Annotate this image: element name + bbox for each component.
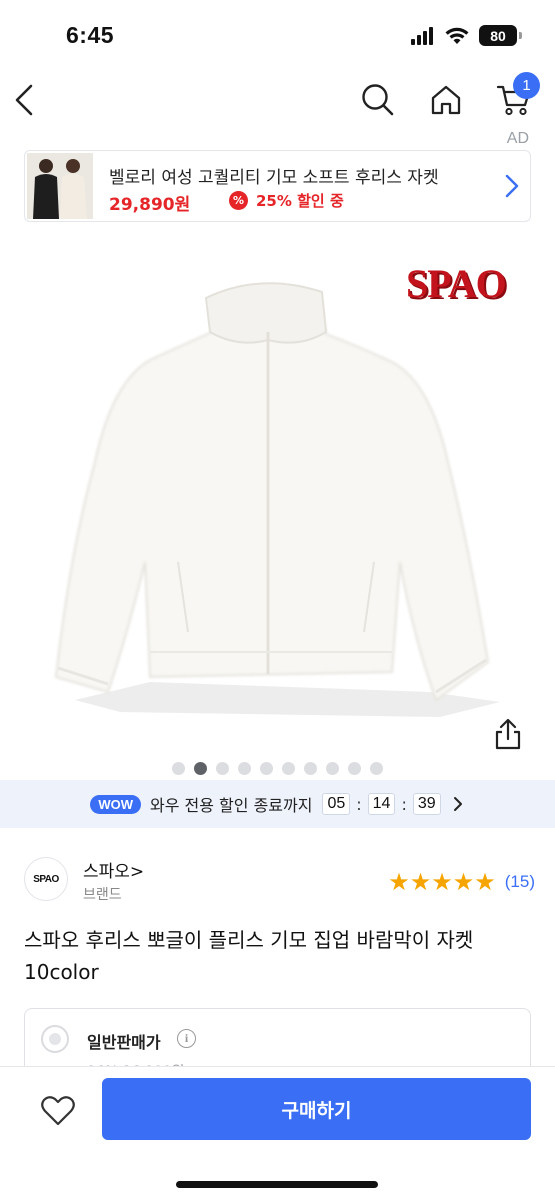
back-chevron-icon — [15, 84, 33, 116]
chevron-right-icon — [504, 173, 520, 203]
status-icons: 80 — [411, 25, 522, 46]
heart-icon — [41, 1096, 75, 1126]
fleece-jacket-image — [54, 282, 500, 717]
star-icon: ★ — [409, 868, 432, 896]
star-rating: ★ ★ ★ ★ ★ — [388, 870, 496, 894]
wishlist-button[interactable] — [36, 1089, 80, 1133]
ad-title: 벨로리 여성 고퀄리티 기모 소프트 후리스 자켓 — [109, 168, 439, 188]
discount-icon: % — [229, 191, 248, 210]
spao-logo: SPAO — [406, 261, 507, 306]
battery-icon: 80 — [479, 25, 522, 46]
wow-discount-banner[interactable]: WOW 와우 전용 할인 종료까지 05 : 14 : 39 — [0, 780, 555, 828]
ad-price: 29,890원 — [109, 195, 191, 215]
ad-models-image — [27, 153, 93, 219]
rating[interactable]: ★ ★ ★ ★ ★ (15) — [388, 870, 535, 894]
pager-dot[interactable] — [282, 762, 295, 775]
search-button[interactable] — [356, 78, 400, 122]
pager-dot[interactable] — [260, 762, 273, 775]
pager-dot[interactable] — [194, 762, 207, 775]
star-icon: ★ — [474, 868, 496, 896]
review-count[interactable]: (15) — [505, 872, 535, 892]
seller-logo[interactable]: SPAO — [24, 857, 68, 901]
ad-label: AD — [506, 130, 529, 147]
pager-dot[interactable] — [216, 762, 229, 775]
wow-badge: WOW — [90, 794, 141, 814]
bottom-action-bar: 구매하기 — [0, 1066, 555, 1200]
seller-name-link[interactable]: 스파오> — [83, 857, 144, 882]
product-image[interactable]: SPAO — [0, 232, 555, 752]
chevron-right-icon — [453, 797, 462, 811]
pager-dot[interactable] — [348, 762, 361, 775]
pager-dot[interactable] — [238, 762, 251, 775]
seller-type: 브랜드 — [83, 887, 122, 903]
ad-thumbnail — [27, 153, 93, 219]
wifi-icon — [445, 27, 469, 44]
timer-minutes: 14 — [367, 793, 396, 815]
home-icon — [431, 85, 461, 115]
wow-text: 와우 전용 할인 종료까지 — [150, 796, 313, 815]
home-indicator — [176, 1181, 378, 1188]
timer-separator: : — [401, 794, 407, 814]
share-button[interactable] — [490, 716, 526, 756]
buy-button[interactable]: 구매하기 — [102, 1078, 531, 1140]
ad-discount: 25% 할인 중 — [256, 192, 344, 210]
timer-hours: 05 — [322, 793, 351, 815]
pager-dot[interactable] — [326, 762, 339, 775]
pager-dot[interactable] — [370, 762, 383, 775]
status-time: 6:45 — [66, 22, 115, 48]
star-icon: ★ — [452, 868, 475, 896]
timer-separator: : — [356, 794, 362, 814]
cart-button[interactable]: 1 — [492, 72, 540, 122]
share-icon — [495, 718, 521, 750]
product-title: 스파오 후리스 뽀글이 플리스 기모 집업 바람막이 자켓 10color — [24, 928, 474, 984]
pager-dot[interactable] — [304, 762, 317, 775]
back-button[interactable] — [2, 78, 46, 122]
star-icon: ★ — [388, 868, 410, 896]
option-label: 일반판매가 — [87, 1033, 161, 1052]
top-nav-bar: 1 — [0, 72, 555, 128]
cart-count-badge: 1 — [513, 72, 540, 99]
status-bar: 6:45 80 — [0, 0, 555, 72]
info-icon[interactable]: i — [177, 1029, 196, 1048]
image-pager — [0, 762, 555, 778]
home-button[interactable] — [424, 78, 468, 122]
pager-dot[interactable] — [172, 762, 185, 775]
signal-icon — [411, 26, 433, 45]
ad-banner[interactable]: 벨로리 여성 고퀄리티 기모 소프트 후리스 자켓 29,890원 % 25% … — [24, 150, 531, 222]
option-radio[interactable] — [41, 1025, 69, 1053]
search-icon — [362, 84, 394, 116]
timer-seconds: 39 — [412, 793, 441, 815]
star-icon: ★ — [431, 868, 453, 896]
